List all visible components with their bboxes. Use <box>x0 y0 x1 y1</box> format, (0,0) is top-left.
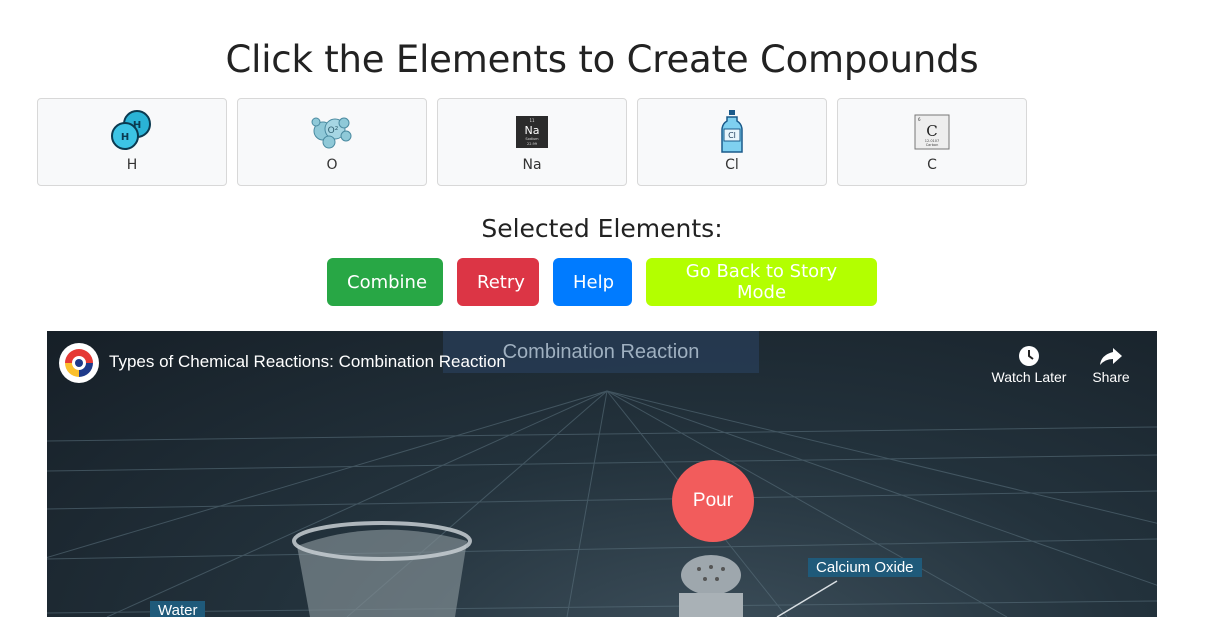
svg-text:H: H <box>121 132 129 143</box>
beaker-shape <box>292 521 472 617</box>
svg-text:Carbon: Carbon <box>926 143 939 147</box>
svg-text:Cl: Cl <box>728 131 736 140</box>
selected-elements-label: Selected Elements: <box>481 214 723 243</box>
share-button[interactable]: Share <box>1071 343 1151 385</box>
story-mode-button[interactable]: Go Back to Story Mode <box>646 258 877 306</box>
page-title: Click the Elements to Create Compounds <box>225 38 979 81</box>
watch-later-label: Watch Later <box>991 369 1067 385</box>
element-label: Na <box>522 157 542 173</box>
combine-button[interactable]: Combine <box>327 258 443 306</box>
share-label: Share <box>1092 369 1130 385</box>
element-label: Cl <box>725 157 739 173</box>
svg-text:H: H <box>133 120 141 131</box>
shaker-bottle-shape <box>679 555 743 617</box>
retry-button[interactable]: Retry <box>457 258 539 306</box>
watch-later-button[interactable]: Watch Later <box>989 343 1069 385</box>
hydrogen-molecule-icon: H H <box>109 109 155 155</box>
svg-text:Sodium: Sodium <box>525 137 539 141</box>
element-list: H H H O² O 11 Na Sodium 22.99 Na Cl Cl 6… <box>37 98 1027 186</box>
element-label: C <box>927 157 937 173</box>
video-player[interactable]: Combination Reaction Types of Chemical R… <box>47 331 1157 617</box>
help-button[interactable]: Help <box>553 258 632 306</box>
svg-text:O²: O² <box>328 126 339 136</box>
element-label: O <box>326 157 338 173</box>
element-card-cl[interactable]: Cl Cl <box>637 98 827 186</box>
svg-text:11: 11 <box>529 118 535 123</box>
sodium-tile-icon: 11 Na Sodium 22.99 <box>509 109 555 155</box>
clock-icon <box>989 343 1069 369</box>
svg-text:Na: Na <box>525 124 540 137</box>
svg-text:22.99: 22.99 <box>527 142 537 146</box>
chlorine-bottle-icon: Cl <box>709 109 755 155</box>
element-card-o[interactable]: O² O <box>237 98 427 186</box>
svg-text:C: C <box>926 122 937 140</box>
element-label: H <box>126 157 138 173</box>
element-card-na[interactable]: 11 Na Sodium 22.99 Na <box>437 98 627 186</box>
carbon-tile-icon: 6 C 12.0107 Carbon <box>909 109 955 155</box>
water-label: Water <box>150 601 206 617</box>
channel-logo-icon[interactable] <box>59 343 99 383</box>
oxygen-molecule-icon: O² <box>309 109 355 155</box>
element-card-c[interactable]: 6 C 12.0107 Carbon C <box>837 98 1027 186</box>
video-title[interactable]: Types of Chemical Reactions: Combination… <box>109 352 506 372</box>
action-buttons: Combine Retry Help Go Back to Story Mode <box>327 258 877 306</box>
element-card-h[interactable]: H H H <box>37 98 227 186</box>
share-arrow-icon <box>1071 343 1151 369</box>
calcium-oxide-label: Calcium Oxide <box>808 558 922 577</box>
pour-button[interactable]: Pour <box>672 460 754 542</box>
calcium-oxide-pointer <box>776 580 838 617</box>
